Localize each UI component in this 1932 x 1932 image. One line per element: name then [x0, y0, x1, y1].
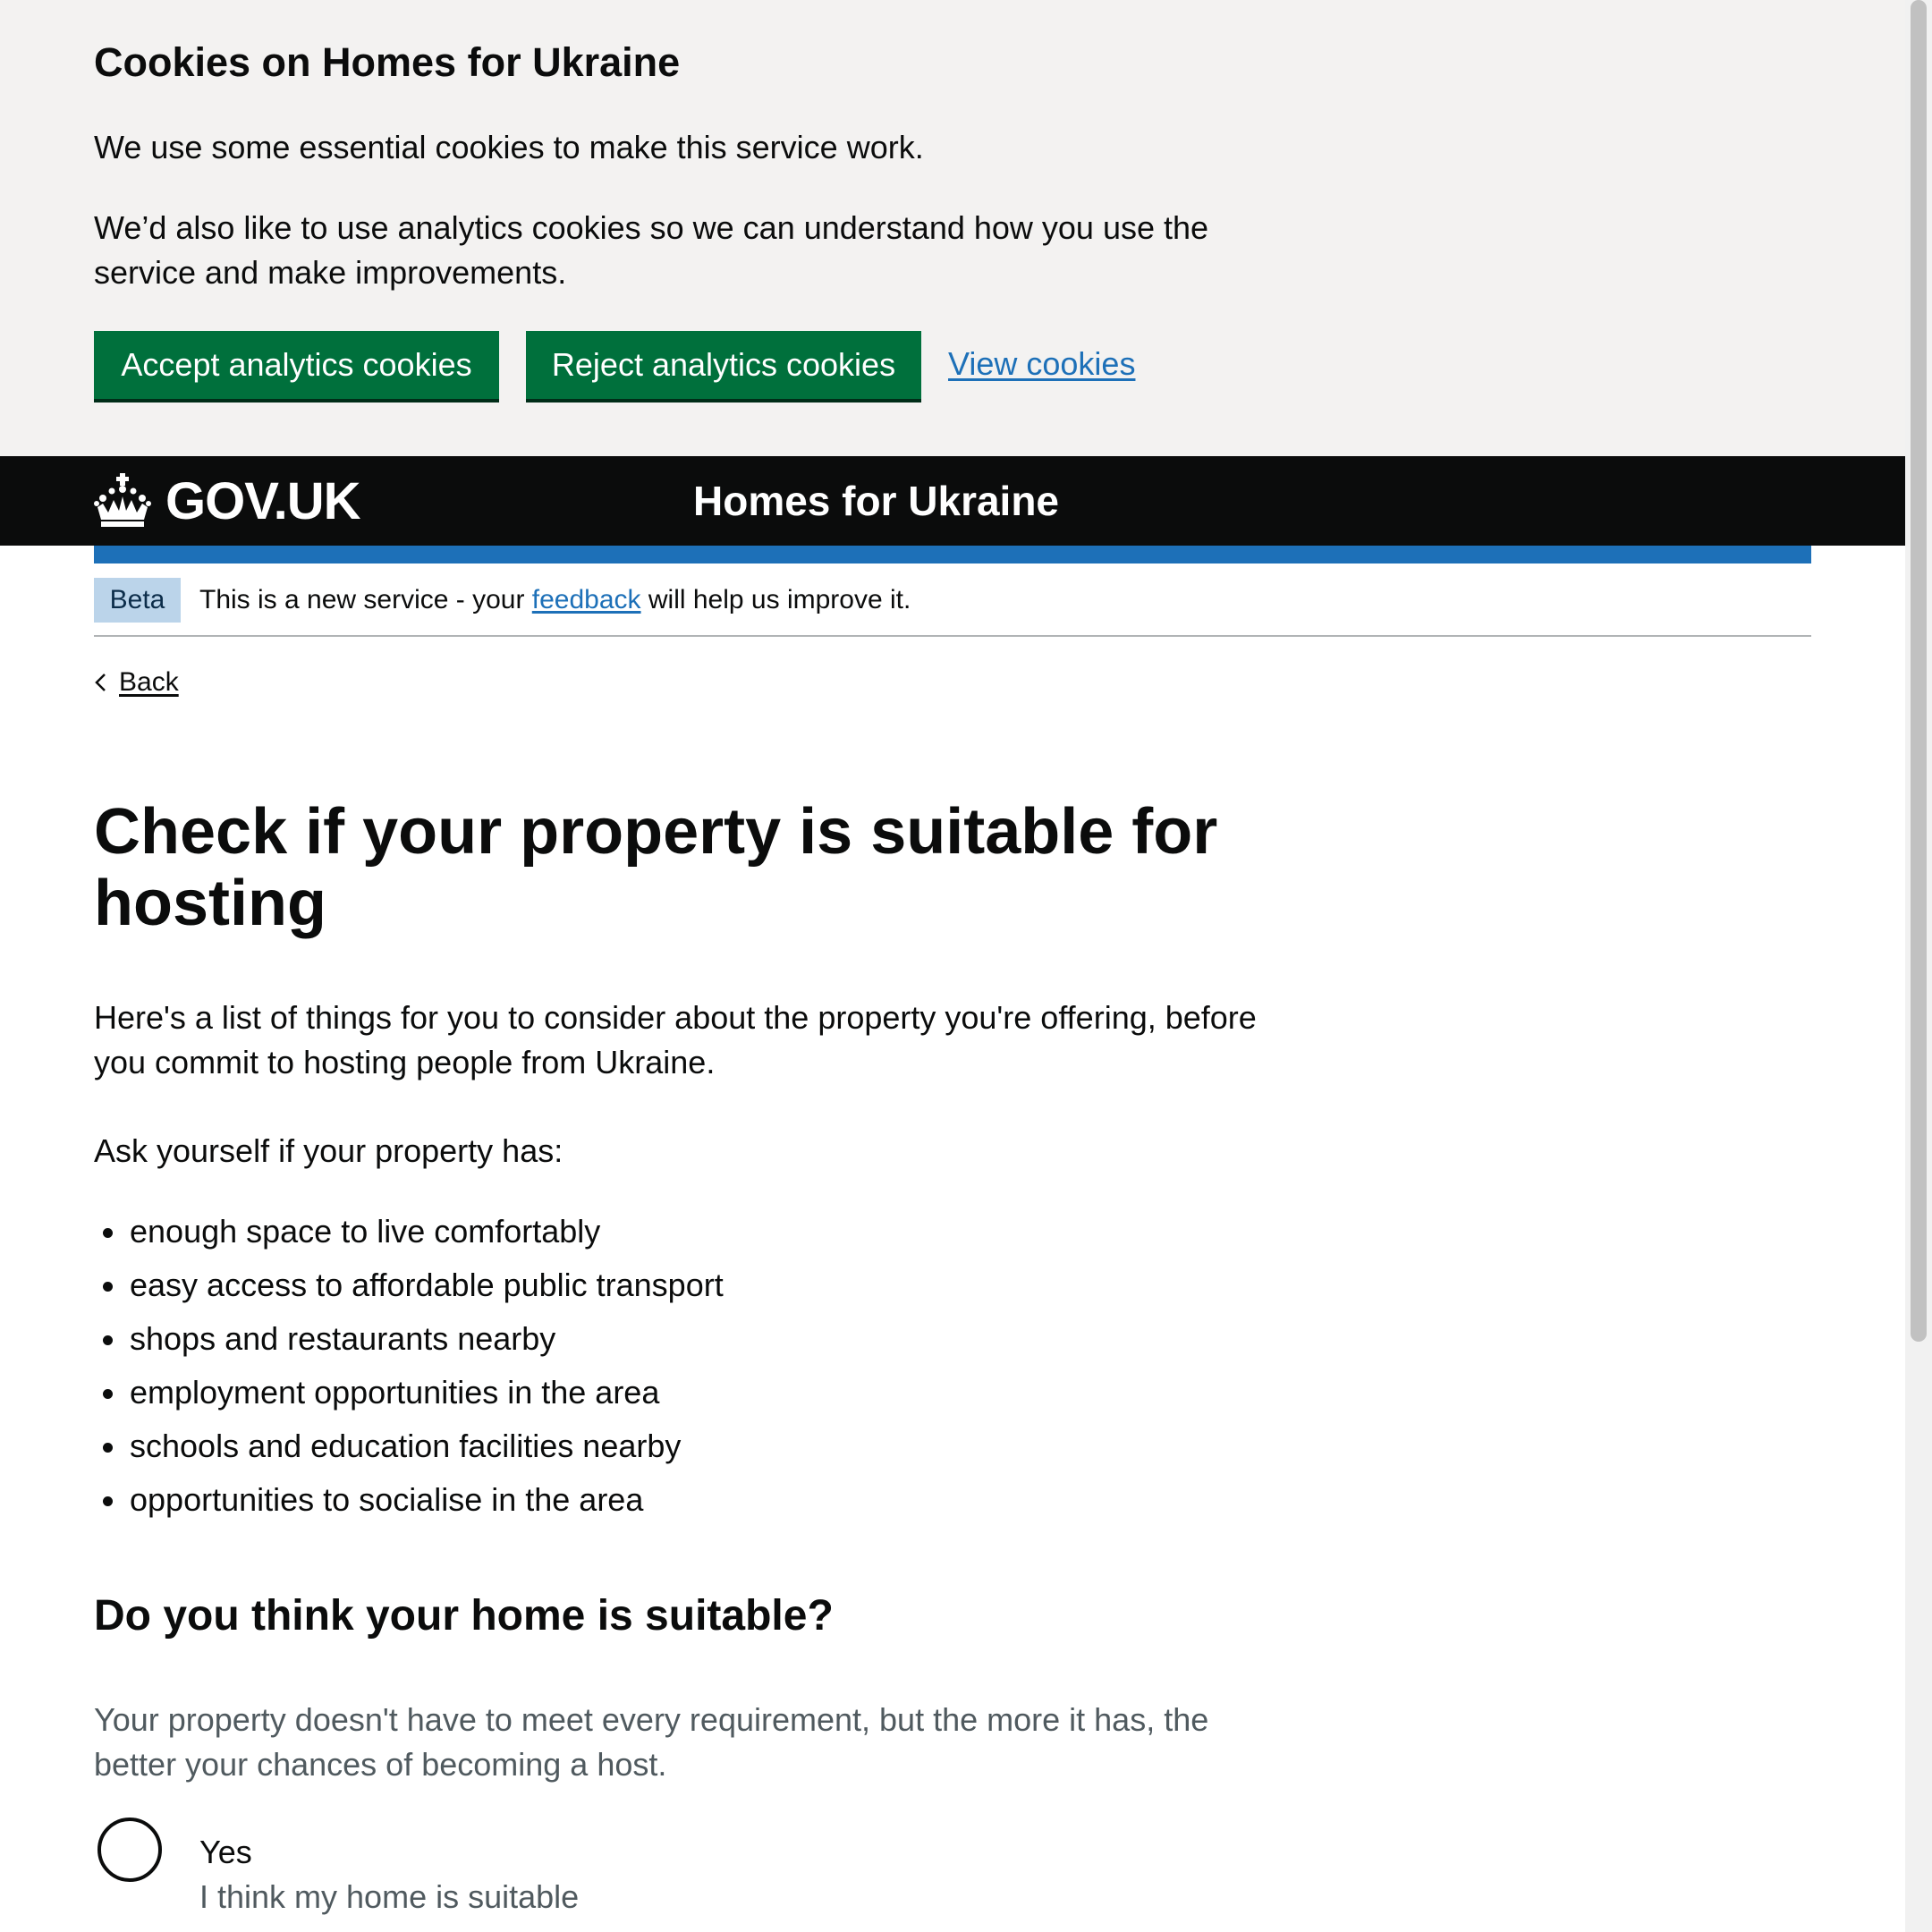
cookie-banner-essential-text: We use some essential cookies to make th… — [94, 129, 924, 165]
page-viewport: Cookies on Homes for Ukraine We use some… — [0, 0, 1905, 1932]
ask-paragraph: Ask yourself if your property has: — [94, 1132, 564, 1169]
view-cookies-link[interactable]: View cookies — [948, 342, 1135, 386]
list-item: enough space to live comfortably — [94, 1209, 724, 1254]
feedback-link[interactable]: feedback — [532, 585, 641, 614]
cookie-banner: Cookies on Homes for Ukraine We use some… — [0, 0, 1905, 456]
cookie-banner-title: Cookies on Homes for Ukraine — [94, 39, 681, 85]
list-item: shops and restaurants nearby — [94, 1317, 724, 1361]
intro-paragraph: Here's a list of things for you to consi… — [94, 999, 1257, 1080]
page-title: Check if your property is suitable for h… — [94, 796, 1218, 939]
back-link[interactable]: Back — [94, 660, 179, 705]
suitability-checklist: enough space to live comfortably easy ac… — [94, 1209, 724, 1531]
beta-tag: Beta — [94, 578, 181, 623]
radio-hint-yes: I think my home is suitable — [199, 1878, 580, 1915]
back-link-label: Back — [119, 667, 179, 697]
radio-option-yes: Yes I think my home is suitable — [94, 1816, 899, 1932]
phase-banner: Beta This is a new service - your feedba… — [94, 564, 1811, 637]
page-scrollbar[interactable] — [1905, 0, 1932, 1932]
radio-label-yes[interactable]: Yes — [199, 1830, 252, 1875]
phase-text-after: will help us improve it. — [640, 585, 911, 614]
cookie-banner-analytics-text: We’d also like to use analytics cookies … — [94, 209, 1209, 291]
list-item: employment opportunities in the area — [94, 1370, 724, 1415]
accept-analytics-cookies-button[interactable]: Accept analytics cookies — [94, 331, 499, 399]
chevron-left-icon — [95, 674, 106, 691]
reject-analytics-cookies-button[interactable]: Reject analytics cookies — [526, 331, 921, 399]
phase-text-before: This is a new service - your — [199, 585, 532, 614]
crown-icon — [94, 473, 151, 527]
govuk-logo-link[interactable]: GOV.UK — [94, 469, 360, 533]
header-accent-bar — [94, 546, 1811, 564]
list-item: easy access to affordable public transpo… — [94, 1263, 724, 1308]
site-header: GOV.UK Homes for Ukraine — [0, 456, 1905, 546]
suitability-question: Do you think your home is suitable? — [94, 1592, 834, 1640]
scrollbar-thumb[interactable] — [1911, 0, 1927, 1342]
service-name-link[interactable]: Homes for Ukraine — [693, 476, 1059, 526]
list-item: opportunities to socialise in the area — [94, 1478, 724, 1522]
radio-button-yes[interactable] — [97, 1818, 162, 1882]
question-hint: Your property doesn't have to meet every… — [94, 1701, 1209, 1783]
govuk-logo-text: GOV.UK — [165, 471, 360, 530]
list-item: schools and education facilities nearby — [94, 1424, 724, 1469]
phase-banner-text: This is a new service - your feedback wi… — [199, 578, 911, 623]
